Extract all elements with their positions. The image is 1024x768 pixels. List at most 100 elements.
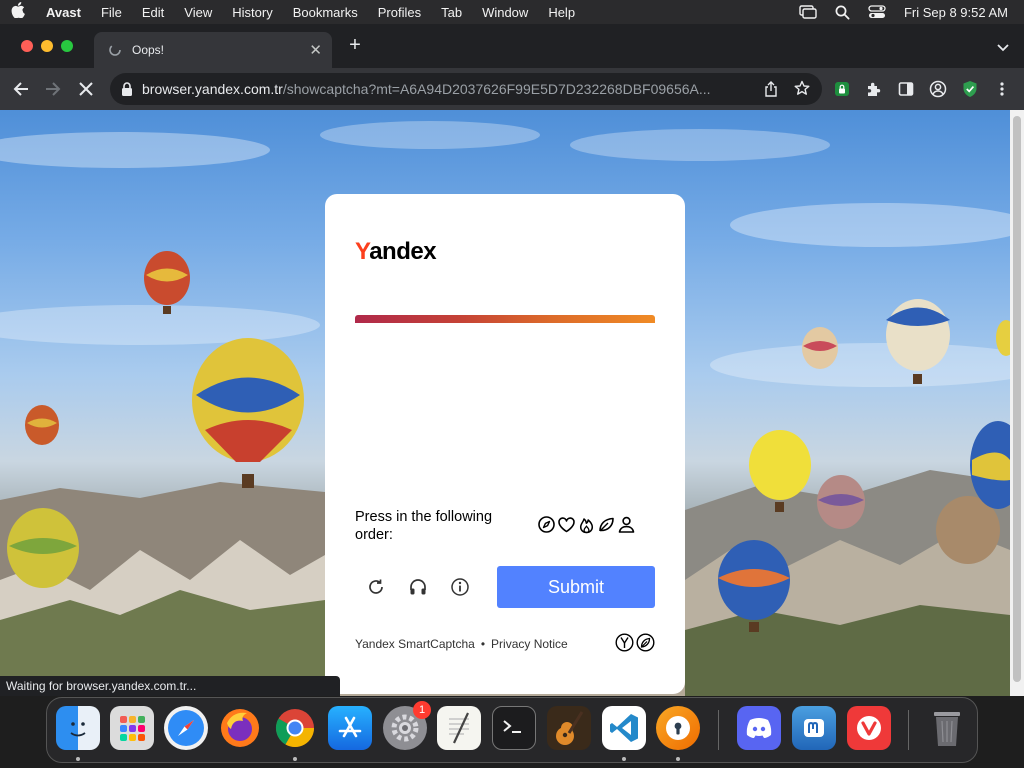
- refresh-captcha-icon[interactable]: [364, 575, 388, 599]
- page-viewport: Yandex Press in the following order: Sub…: [0, 110, 1024, 696]
- finder-icon[interactable]: [56, 706, 100, 750]
- lock-icon[interactable]: [121, 82, 133, 96]
- menu-tab[interactable]: Tab: [431, 5, 472, 20]
- window-close-button[interactable]: [21, 40, 33, 52]
- yandex-brand-marks: [615, 633, 655, 652]
- bookmark-star-icon[interactable]: [794, 80, 810, 96]
- captcha-prompt: Press in the following order:: [355, 509, 493, 543]
- launchpad-icon[interactable]: [110, 706, 154, 750]
- running-indicator: [622, 757, 626, 761]
- logo-rest: andex: [369, 238, 437, 265]
- heart-icon: [558, 517, 575, 533]
- yandex-y-circle-icon: [615, 633, 634, 652]
- menu-bookmarks[interactable]: Bookmarks: [283, 5, 368, 20]
- forward-arrow-icon[interactable]: [41, 77, 65, 101]
- tab-title: Oops!: [132, 43, 165, 57]
- menu-bar: Avast File Edit View History Bookmarks P…: [0, 0, 1024, 24]
- submit-button[interactable]: Submit: [497, 566, 655, 608]
- menu-window[interactable]: Window: [472, 5, 538, 20]
- extension-shield-icon[interactable]: [830, 77, 854, 101]
- vivaldi-icon[interactable]: [847, 706, 891, 750]
- privacy-notice-link[interactable]: Privacy Notice: [491, 637, 568, 651]
- menubar-clock[interactable]: Fri Sep 8 9:52 AM: [895, 5, 1024, 20]
- extensions-puzzle-icon[interactable]: [862, 77, 886, 101]
- new-tab-button[interactable]: +: [346, 35, 364, 55]
- running-indicator: [676, 757, 680, 761]
- running-indicator: [293, 757, 297, 761]
- leaf-icon: [599, 517, 614, 532]
- loading-favicon-icon: [108, 43, 124, 57]
- share-icon[interactable]: [764, 81, 778, 97]
- firefox-icon[interactable]: [218, 706, 262, 750]
- smartcaptcha-link[interactable]: Yandex SmartCaptcha: [355, 637, 475, 651]
- menu-app-name[interactable]: Avast: [36, 5, 91, 20]
- captcha-icon-sequence: [537, 515, 636, 534]
- side-panel-icon[interactable]: [894, 77, 918, 101]
- discord-icon[interactable]: [737, 706, 781, 750]
- dock-separator: [718, 710, 719, 750]
- person-icon: [618, 516, 635, 533]
- app-store-icon[interactable]: [328, 706, 372, 750]
- captcha-card: Yandex Press in the following order: Sub…: [325, 194, 685, 694]
- apple-menu-icon[interactable]: [0, 2, 36, 22]
- menu-profiles[interactable]: Profiles: [368, 5, 431, 20]
- system-settings-gear-icon[interactable]: 1: [383, 701, 431, 750]
- flame-icon: [579, 518, 594, 534]
- leaf-circle-icon: [636, 633, 655, 652]
- hot-air-balloon: [7, 508, 79, 588]
- logo-y: Y: [355, 238, 370, 265]
- browser-toolbar: browser.yandex.com.tr/showcaptcha?mt=A6A…: [0, 68, 1024, 110]
- hot-air-balloon: [144, 251, 190, 314]
- tab-active[interactable]: Oops! ✕: [94, 32, 332, 68]
- back-arrow-icon[interactable]: [9, 77, 33, 101]
- terminal-icon[interactable]: [492, 706, 536, 750]
- audio-captcha-headphones-icon[interactable]: [406, 575, 430, 599]
- menu-help[interactable]: Help: [538, 5, 585, 20]
- notification-badge: 1: [413, 701, 431, 719]
- stop-loading-icon[interactable]: [74, 77, 98, 101]
- captcha-image-top-edge: [355, 315, 655, 323]
- hot-air-balloon: [802, 327, 838, 369]
- window-minimize-button[interactable]: [41, 40, 53, 52]
- info-icon[interactable]: [448, 575, 472, 599]
- menu-edit[interactable]: Edit: [132, 5, 174, 20]
- screen-mirroring-icon[interactable]: [790, 5, 826, 19]
- yandex-logo: Yandex: [355, 238, 437, 266]
- captcha-footer: Yandex SmartCaptcha • Privacy Notice: [355, 637, 568, 651]
- hot-air-balloon: [25, 405, 59, 445]
- captcha-image-area[interactable]: [355, 323, 655, 498]
- trash-icon[interactable]: [925, 706, 969, 750]
- tab-search-chevron-icon[interactable]: [996, 40, 1010, 54]
- compass-icon: [538, 516, 555, 533]
- garageband-guitar-icon[interactable]: [547, 706, 591, 750]
- tab-close-icon[interactable]: ✕: [309, 41, 322, 59]
- hot-air-balloon: [192, 338, 304, 488]
- dock: 1: [46, 697, 978, 763]
- tab-strip: Oops! ✕ +: [0, 24, 1024, 68]
- url-path: /showcaptcha?mt=A6A94D2037626F99E5D7D232…: [282, 81, 711, 97]
- chrome-menu-icon[interactable]: [990, 77, 1014, 101]
- menu-history[interactable]: History: [222, 5, 282, 20]
- textedit-icon[interactable]: [437, 706, 481, 750]
- vscode-icon[interactable]: [602, 706, 646, 750]
- footer-separator: •: [480, 637, 486, 651]
- hot-air-balloon: [817, 475, 865, 529]
- dock-separator: [908, 710, 909, 750]
- url-host: browser.yandex.com.tr: [142, 81, 283, 97]
- mastodon-icon[interactable]: [792, 706, 836, 750]
- scrollbar-thumb[interactable]: [1013, 116, 1021, 682]
- security-extension-icon[interactable]: [958, 77, 982, 101]
- menu-view[interactable]: View: [174, 5, 222, 20]
- page-scrollbar[interactable]: [1010, 110, 1024, 696]
- profile-avatar-icon[interactable]: [926, 77, 950, 101]
- chrome-icon[interactable]: [273, 706, 317, 750]
- avast-secure-browser-icon[interactable]: [656, 706, 700, 750]
- window-zoom-button[interactable]: [61, 40, 73, 52]
- control-center-icon[interactable]: [859, 5, 895, 19]
- spotlight-search-icon[interactable]: [826, 5, 859, 20]
- status-bubble: Waiting for browser.yandex.com.tr...: [0, 676, 340, 696]
- safari-icon[interactable]: [164, 706, 208, 750]
- address-bar[interactable]: browser.yandex.com.tr/showcaptcha?mt=A6A…: [110, 73, 822, 105]
- running-indicator: [76, 757, 80, 761]
- menu-file[interactable]: File: [91, 5, 132, 20]
